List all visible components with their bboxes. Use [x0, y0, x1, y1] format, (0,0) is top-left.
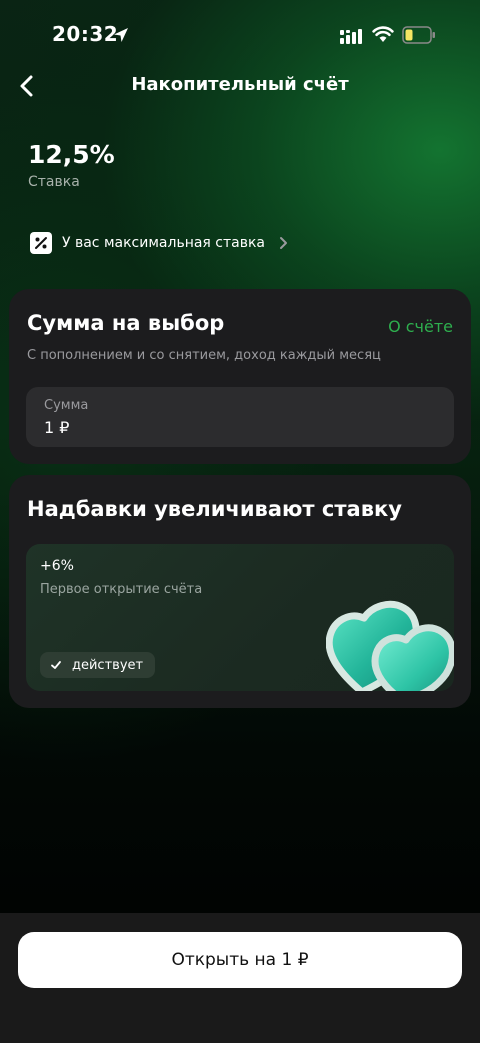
battery-low-icon: [402, 26, 435, 44]
page-title: Накопительный счёт: [131, 74, 349, 95]
amount-field-value: 1 ₽: [44, 418, 70, 437]
bonus-description: Первое открытие счёта: [40, 582, 203, 597]
rate-value: 12,5%: [28, 140, 115, 169]
wifi-icon: [372, 26, 394, 42]
location-arrow-icon: [114, 28, 128, 42]
bonus-card-title: Надбавки увеличивают ставку: [27, 497, 402, 521]
max-rate-link[interactable]: У вас максимальная ставка: [30, 230, 289, 256]
bonus-card: Надбавки увеличивают ставку +6% Первое о…: [9, 475, 471, 708]
bonus-value: +6%: [40, 558, 74, 574]
status-bar: 20:32: [0, 20, 480, 52]
status-time: 20:32: [52, 22, 119, 46]
chevron-right-icon: [280, 237, 288, 249]
max-rate-label: У вас максимальная ставка: [62, 235, 266, 251]
amount-field-label: Сумма: [44, 398, 89, 413]
check-icon: [51, 661, 61, 669]
hearts-illustration: [326, 600, 454, 691]
percent-icon: [30, 232, 52, 254]
signal-icon: [340, 29, 362, 44]
open-account-button[interactable]: Открыть на 1 ₽: [18, 932, 462, 988]
rate-caption: Ставка: [28, 174, 80, 190]
amount-input[interactable]: Сумма 1 ₽: [26, 387, 454, 447]
amount-card: Сумма на выбор О счёте С пополнением и с…: [9, 289, 471, 464]
status-badge-label: действует: [72, 657, 144, 673]
bonus-tile[interactable]: +6% Первое открытие счёта действует: [26, 544, 454, 691]
status-badge: действует: [40, 652, 156, 678]
about-account-link[interactable]: О счёте: [388, 317, 453, 336]
amount-card-title: Сумма на выбор: [27, 311, 225, 335]
amount-card-subtitle: С пополнением и со снятием, доход каждый…: [27, 348, 381, 363]
